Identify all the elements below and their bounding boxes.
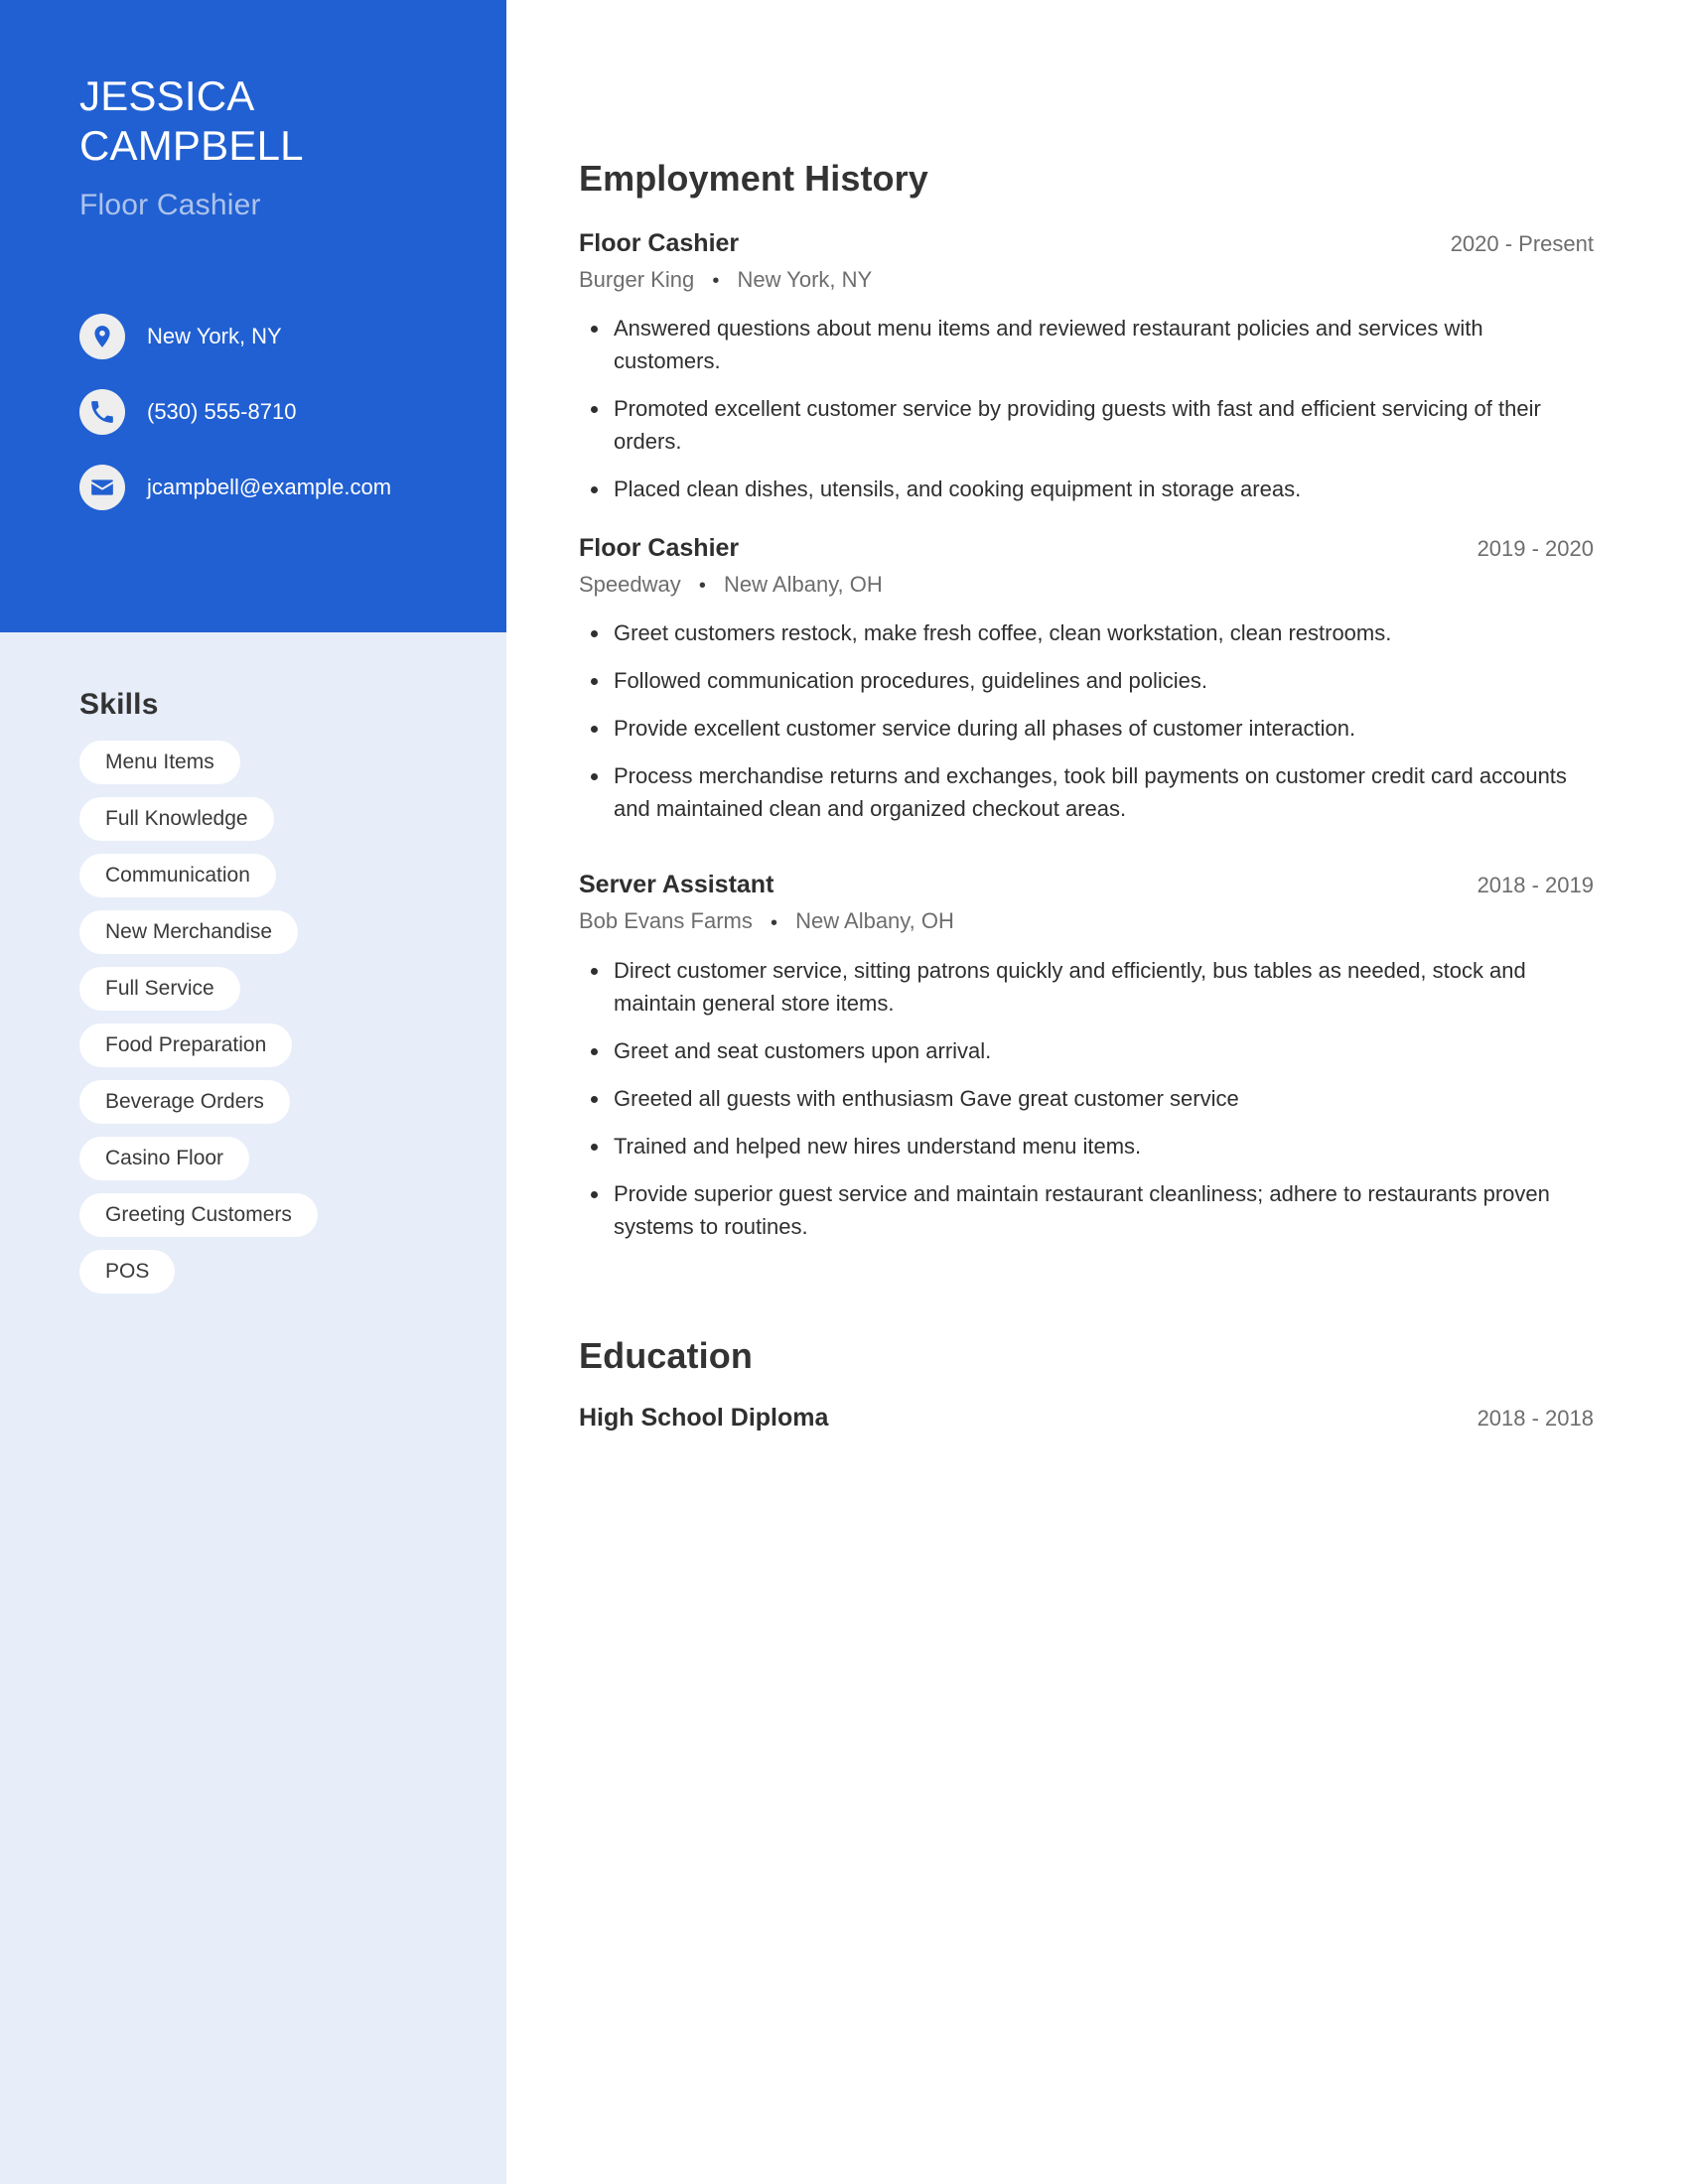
envelope-icon <box>79 465 125 510</box>
entry-job-title: Floor Cashier <box>579 229 740 257</box>
employment-entry: Server Assistant 2018 - 2019 Bob Evans F… <box>579 869 1594 1242</box>
skills-heading: Skills <box>79 688 159 721</box>
entry-dates: 2019 - 2020 <box>1477 536 1594 562</box>
entry-bullet: Promoted excellent customer service by p… <box>579 392 1594 458</box>
entry-job-title: Floor Cashier <box>579 534 740 563</box>
contact-location-text: New York, NY <box>147 324 282 348</box>
entry-bullet-list: Answered questions about menu items and … <box>579 312 1594 505</box>
entry-bullet-list: Direct customer service, sitting patrons… <box>579 954 1594 1243</box>
name-block: JESSICA CAMPBELL Floor Cashier <box>79 71 477 224</box>
entry-bullet: Trained and helped new hires understand … <box>579 1130 1594 1162</box>
skill-pill[interactable]: Greeting Customers <box>79 1193 318 1237</box>
meta-separator-dot: • <box>770 911 777 934</box>
entry-header: Floor Cashier 2020 - Present <box>579 227 1594 259</box>
skill-row: Communication <box>79 854 487 910</box>
entry-bullet: Direct customer service, sitting patrons… <box>579 954 1594 1020</box>
skill-pill[interactable]: Full Knowledge <box>79 797 274 841</box>
entry-job-title: Server Assistant <box>579 871 774 899</box>
sidebar-header-banner: JESSICA CAMPBELL Floor Cashier New York,… <box>0 0 506 632</box>
meta-separator-dot: • <box>698 575 706 598</box>
skill-pill[interactable]: POS <box>79 1250 176 1294</box>
skill-row: Greeting Customers <box>79 1193 487 1250</box>
entry-bullet: Greet customers restock, make fresh coff… <box>579 616 1594 649</box>
entry-bullet: Provide excellent customer service durin… <box>579 712 1594 745</box>
entry-meta: Speedway • New Albany, OH <box>579 570 1594 601</box>
employment-entry: Floor Cashier 2020 - Present Burger King… <box>579 227 1594 505</box>
entry-company: Speedway <box>579 572 681 598</box>
skill-pill[interactable]: Beverage Orders <box>79 1080 290 1124</box>
skill-row: Casino Floor <box>79 1137 487 1193</box>
sidebar: JESSICA CAMPBELL Floor Cashier New York,… <box>0 0 506 2184</box>
skill-row: Full Knowledge <box>79 797 487 854</box>
contact-email-text: jcampbell@example.com <box>147 475 392 499</box>
skill-row: Menu Items <box>79 741 487 797</box>
entry-company: Burger King <box>579 267 695 292</box>
entry-bullet: Followed communication procedures, guide… <box>579 664 1594 697</box>
entry-bullet: Greeted all guests with enthusiasm Gave … <box>579 1082 1594 1115</box>
entry-header: Floor Cashier 2019 - 2020 <box>579 532 1594 564</box>
education-heading: Education <box>579 1334 753 1376</box>
contact-item-phone[interactable]: (530) 555-8710 <box>79 388 496 436</box>
entry-location: New York, NY <box>737 267 873 292</box>
employment-entry: Floor Cashier 2019 - 2020 Speedway • New… <box>579 532 1594 825</box>
entry-bullet: Provide superior guest service and maint… <box>579 1177 1594 1243</box>
phone-icon <box>79 389 125 435</box>
skill-row: Full Service <box>79 967 487 1024</box>
skill-row: Food Preparation <box>79 1024 487 1080</box>
entry-bullet-list: Greet customers restock, make fresh coff… <box>579 616 1594 825</box>
entry-company: Bob Evans Farms <box>579 908 753 934</box>
employment-history-section: Employment History Floor Cashier 2020 - … <box>579 157 1594 1243</box>
entry-bullet: Placed clean dishes, utensils, and cooki… <box>579 473 1594 505</box>
location-pin-icon <box>79 314 125 359</box>
skill-pill[interactable]: Full Service <box>79 967 240 1011</box>
skill-pill[interactable]: Casino Floor <box>79 1137 250 1180</box>
skill-pill[interactable]: Food Preparation <box>79 1024 293 1067</box>
entry-dates: 2020 - Present <box>1450 231 1594 256</box>
entry-location: New Albany, OH <box>795 908 954 934</box>
resume-page: JESSICA CAMPBELL Floor Cashier New York,… <box>0 0 1688 2184</box>
education-dates: 2018 - 2018 <box>1477 1405 1594 1431</box>
skill-row: New Merchandise <box>79 910 487 967</box>
entry-meta: Bob Evans Farms • New Albany, OH <box>579 906 1594 937</box>
entry-bullet: Greet and seat customers upon arrival. <box>579 1034 1594 1067</box>
entry-header: Server Assistant 2018 - 2019 <box>579 869 1594 900</box>
entry-header: High School Diploma 2018 - 2018 <box>579 1402 1594 1433</box>
header-job-title: Floor Cashier <box>79 189 261 221</box>
education-section: Education High School Diploma 2018 - 201… <box>579 1334 1594 1433</box>
last-name: CAMPBELL <box>79 122 304 169</box>
skill-pill[interactable]: Communication <box>79 854 276 897</box>
main-content: Employment History Floor Cashier 2020 - … <box>579 0 1594 1433</box>
entry-meta: Burger King • New York, NY <box>579 265 1594 296</box>
skills-section: Skills Menu Items Full Knowledge Communi… <box>79 687 487 1306</box>
education-entry: High School Diploma 2018 - 2018 <box>579 1402 1594 1433</box>
skill-pill[interactable]: New Merchandise <box>79 910 299 954</box>
skill-row: POS <box>79 1250 487 1306</box>
entry-location: New Albany, OH <box>724 572 883 598</box>
entry-bullet: Process merchandise returns and exchange… <box>579 759 1594 825</box>
entry-bullet: Answered questions about menu items and … <box>579 312 1594 377</box>
first-name: JESSICA <box>79 72 255 119</box>
education-degree-title: High School Diploma <box>579 1403 829 1432</box>
meta-separator-dot: • <box>712 270 720 293</box>
contact-list: New York, NY (530) 555-8710 jcampbell@ex… <box>79 313 496 511</box>
contact-item-email[interactable]: jcampbell@example.com <box>79 464 496 511</box>
entry-dates: 2018 - 2019 <box>1477 873 1594 898</box>
skill-row: Beverage Orders <box>79 1080 487 1137</box>
contact-phone-text: (530) 555-8710 <box>147 399 297 424</box>
employment-history-heading: Employment History <box>579 158 928 199</box>
contact-item-location[interactable]: New York, NY <box>79 313 496 360</box>
skill-pill[interactable]: Menu Items <box>79 741 240 784</box>
